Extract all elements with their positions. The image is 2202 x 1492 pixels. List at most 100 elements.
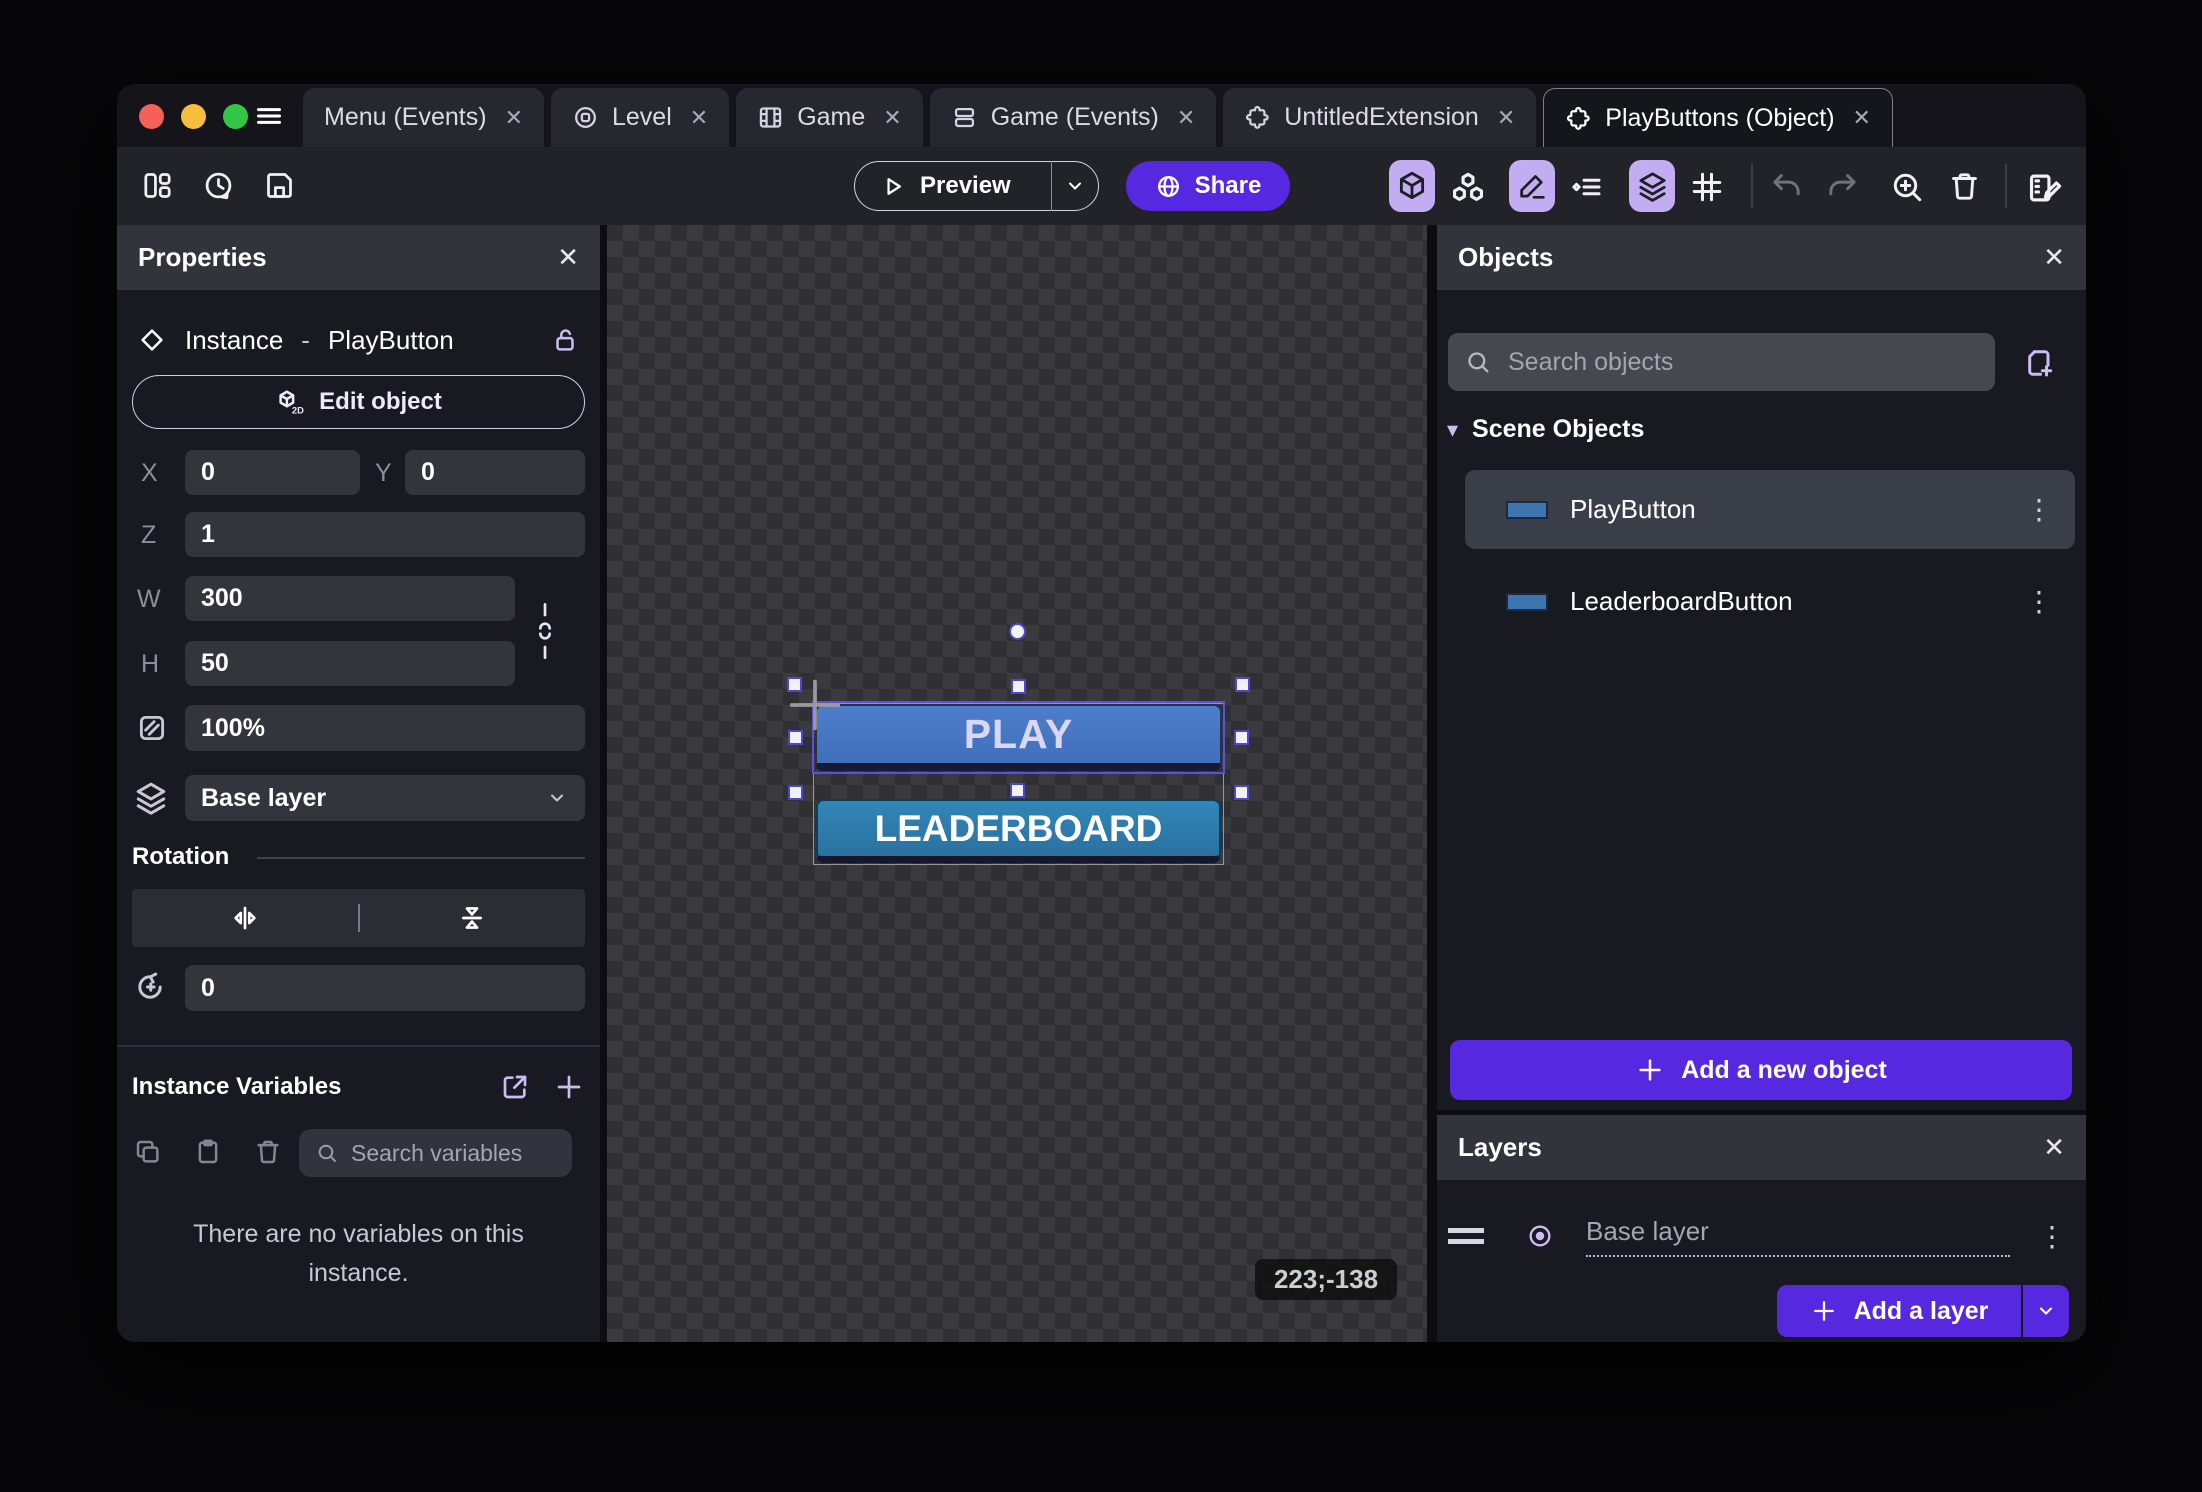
z-field[interactable] [185,512,585,557]
gdevelop-window: Menu (Events) ✕ Level ✕ Game ✕ Game (Eve… [117,84,2086,1342]
tab-level[interactable]: Level ✕ [551,88,729,147]
search-variables-input[interactable] [351,1140,572,1167]
flip-vertical-button[interactable] [360,902,586,934]
add-new-object-button[interactable]: Add a new object [1450,1040,2072,1100]
object-row-leaderboardbutton[interactable]: LeaderboardButton ⋮ [1465,562,2075,641]
layer-select[interactable]: Base layer [185,775,585,821]
search-objects-input[interactable] [1508,348,1995,377]
scene-icon [572,104,599,131]
resize-handle-top-left[interactable] [787,677,802,692]
tab-playbuttons-object[interactable]: PlayButtons (Object) ✕ [1543,88,1893,147]
toggle-3d-view-button[interactable] [1389,160,1435,212]
cube-2d-icon [275,387,305,417]
globe-icon [1155,173,1182,200]
minimize-window-button[interactable] [181,104,206,129]
objects-panel-icon[interactable] [1449,169,1487,207]
resize-handle-top-right[interactable] [1235,677,1250,692]
zoom-icon[interactable] [1889,169,1925,205]
x-field[interactable] [185,450,360,495]
history-icon[interactable] [202,169,235,202]
puzzle-icon [1244,104,1271,131]
layer-name-field[interactable]: Base layer [1586,1216,2010,1257]
edit-scene-properties-icon[interactable] [2025,169,2065,207]
rotation-section-title: Rotation [132,843,229,871]
opacity-field[interactable] [185,705,585,751]
open-variables-editor-icon[interactable] [499,1071,531,1103]
preview-dropdown-button[interactable] [1052,174,1098,198]
panels-layout-icon[interactable] [141,169,174,202]
maximize-window-button[interactable] [223,104,248,129]
instance-variables-header: Instance Variables [132,1065,585,1109]
divider [257,857,585,859]
close-icon[interactable]: ✕ [690,105,708,131]
undo-icon[interactable] [1769,169,1804,204]
close-icon[interactable]: ✕ [2043,242,2065,273]
layer-visibility-radio-icon[interactable] [1526,1222,1554,1250]
instances-list-icon[interactable] [1569,169,1605,205]
leaderboard-button-instance[interactable]: LEADERBOARD [816,799,1221,863]
rotation-handle[interactable] [1009,623,1026,640]
close-icon[interactable]: ✕ [1853,105,1871,131]
add-objects-folder-icon[interactable] [2021,345,2057,381]
delete-variable-icon[interactable] [253,1137,283,1167]
save-icon[interactable] [263,169,296,202]
instance-name: PlayButton [328,325,454,356]
close-window-button[interactable] [139,104,164,129]
add-layer-button[interactable]: Add a layer [1777,1285,2021,1337]
kebab-menu-icon[interactable]: ⋮ [2025,493,2053,526]
paste-variable-icon[interactable] [193,1137,223,1167]
copy-variable-icon[interactable] [133,1137,163,1167]
drag-handle-icon[interactable] [1448,1228,1484,1244]
grid-icon[interactable] [1689,169,1725,205]
tab-menu-events[interactable]: Menu (Events) ✕ [303,88,544,147]
tab-game[interactable]: Game ✕ [736,88,923,147]
close-icon[interactable]: ✕ [557,242,579,273]
kebab-menu-icon[interactable]: ⋮ [2038,1220,2066,1253]
preview-button[interactable]: Preview [854,161,1099,211]
object-row-playbutton[interactable]: PlayButton ⋮ [1465,470,2075,549]
add-variable-icon[interactable] [553,1071,585,1103]
close-icon[interactable]: ✕ [2043,1132,2065,1163]
scene-canvas[interactable]: PLAY LEADERBOARD 223;-138 [607,225,1427,1342]
close-icon[interactable]: ✕ [1177,105,1195,131]
resize-handle-bottom-left[interactable] [788,785,803,800]
share-button[interactable]: Share [1126,161,1290,211]
resize-handle-top-center[interactable] [1011,679,1026,694]
edit-mode-button[interactable] [1509,160,1555,212]
lock-open-icon[interactable] [550,325,580,355]
link-width-height-icon[interactable] [529,575,561,687]
resize-handle-bottom-center[interactable] [1010,783,1025,798]
tab-label: PlayButtons (Object) [1605,104,1834,133]
kebab-menu-icon[interactable]: ⋮ [2025,585,2053,618]
search-icon [1464,348,1492,376]
add-layer-label: Add a layer [1854,1297,1989,1326]
tab-label: Game [797,103,865,132]
resize-handle-bottom-right[interactable] [1234,785,1249,800]
scene-objects-group-header[interactable]: ▾ Scene Objects [1447,415,1644,444]
layers-panel-button[interactable] [1629,160,1675,212]
flip-horizontal-button[interactable] [132,902,358,934]
close-icon[interactable]: ✕ [505,105,523,131]
tab-game-events[interactable]: Game (Events) ✕ [930,88,1217,147]
edit-object-button[interactable]: Edit object [132,375,585,429]
layers-panel: Layers ✕ Base layer ⋮ Add a layer [1437,1115,2086,1342]
height-field[interactable] [185,641,515,686]
resize-handle-middle-right[interactable] [1234,730,1249,745]
main-menu-icon[interactable] [250,102,288,130]
y-field[interactable] [405,450,585,495]
add-layer-dropdown-button[interactable] [2023,1285,2069,1337]
resize-handle-middle-left[interactable] [788,730,803,745]
redo-icon[interactable] [1825,169,1860,204]
variables-empty-state-text: There are no variables on this instance. [162,1215,555,1293]
tab-label: Menu (Events) [324,103,487,132]
delete-icon[interactable] [1947,169,1982,204]
share-label: Share [1195,172,1262,200]
tab-untitled-extension[interactable]: UntitledExtension ✕ [1223,88,1536,147]
width-field[interactable] [185,576,515,621]
rotation-field[interactable] [185,965,585,1011]
divider [1751,164,1753,208]
instance-diamond-icon [137,325,167,355]
close-icon[interactable]: ✕ [883,105,901,131]
divider [117,1045,600,1047]
close-icon[interactable]: ✕ [1497,105,1515,131]
